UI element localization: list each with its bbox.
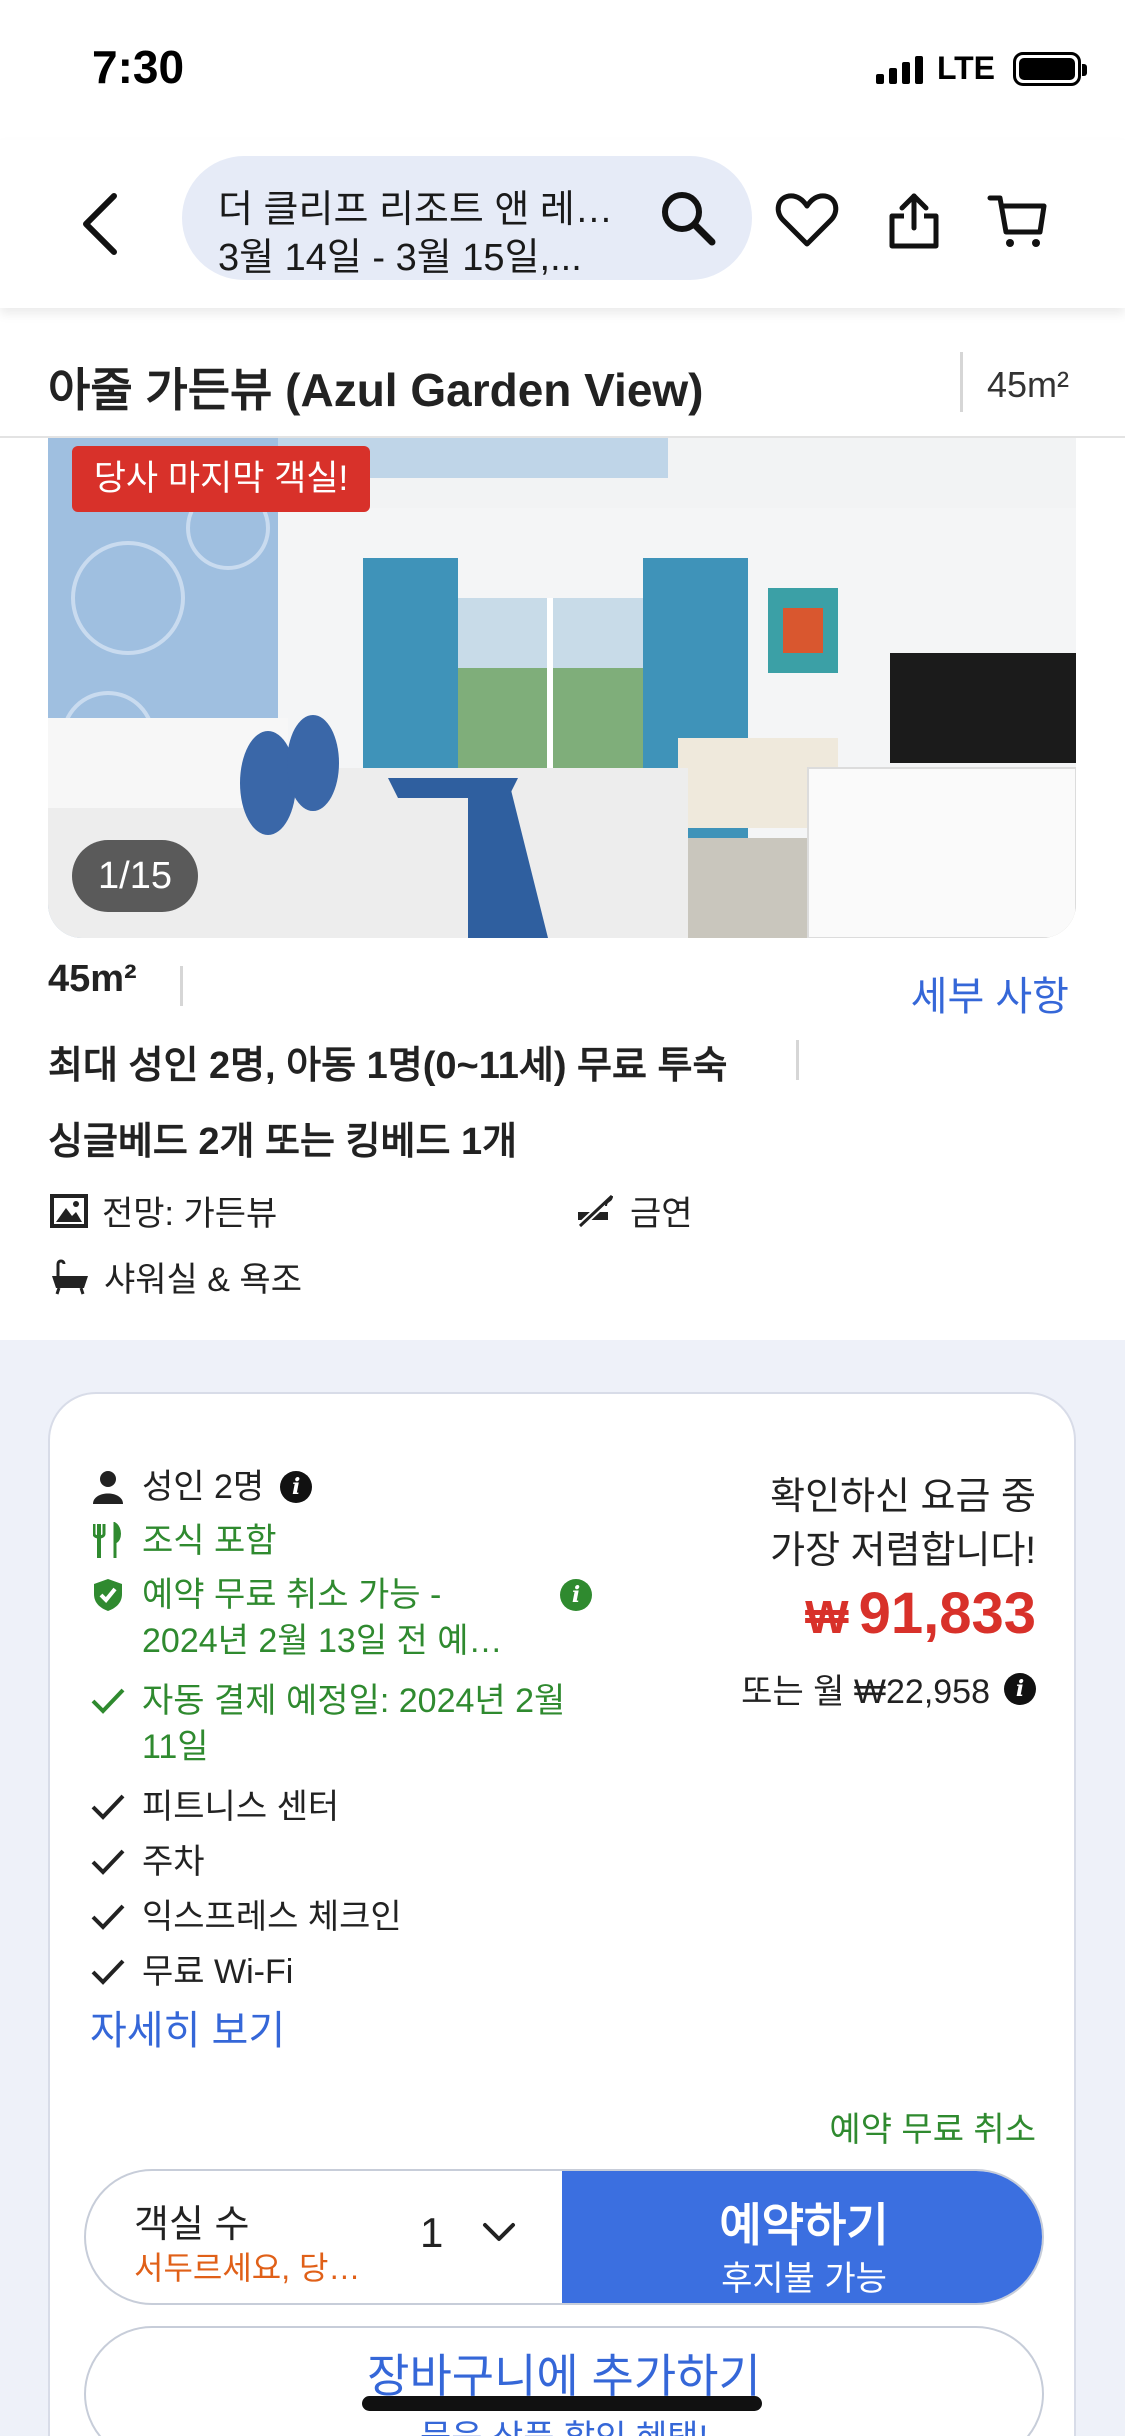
room-title: 아줄 가든뷰 (Azul Garden View) xyxy=(48,364,704,416)
cancellation-info-icon[interactable]: i xyxy=(560,1579,592,1611)
photo-counter: 1/15 xyxy=(72,840,198,912)
fork-knife-icon xyxy=(90,1518,126,1564)
rate-card: 성인 2명 i 조식 포함 예약 무료 취소 가능 - 2024년 2월 13일… xyxy=(48,1392,1076,2436)
chevron-left-icon xyxy=(83,193,117,255)
heart-icon[interactable] xyxy=(775,188,839,252)
autopay-line1: 자동 결제 예정일: 2024년 2월 xyxy=(142,1682,566,1720)
breakfast-feature: 조식 포함 xyxy=(90,1518,277,1564)
cancellation-line2: 2024년 2월 13일 전 예… xyxy=(142,1622,503,1660)
share-icon[interactable] xyxy=(882,188,946,252)
room-header-size: 45m² xyxy=(987,364,1070,405)
view-label: 전망: 가든뷰 xyxy=(102,1195,278,1233)
status-time: 7:30 xyxy=(92,41,185,93)
amenity-item: 피트니스 센터 xyxy=(90,1784,339,1830)
monthly-price: 또는 월 ₩22,958 i xyxy=(741,1664,1036,1713)
amenity-item: 무료 Wi-Fi xyxy=(90,1949,293,1995)
divider xyxy=(796,1040,799,1080)
status-indicators: LTE xyxy=(875,50,1087,87)
amenity-label: 무료 Wi-Fi xyxy=(142,1953,294,1991)
bath-amenity: 샤워실 & 욕조 xyxy=(50,1252,302,1301)
book-button-label: 예약하기 xyxy=(719,2199,889,2251)
add-to-cart-sublabel: 묶음 상품 할인 혜택! xyxy=(86,2410,1042,2436)
occupancy-info: 최대 성인 2명, 아동 1명(0~11세) 무료 투숙 xyxy=(48,1045,728,1087)
see-more-link[interactable]: 자세히 보기 xyxy=(90,1998,285,2056)
amenity-item: 주차 xyxy=(90,1839,205,1885)
network-type: LTE xyxy=(936,50,995,86)
view-amenity: 전망: 가든뷰 xyxy=(50,1186,277,1235)
person-icon xyxy=(90,1464,126,1510)
cancellation-text: 예약 무료 취소 가능 - 2024년 2월 13일 전 예… xyxy=(142,1572,522,1664)
bath-label: 샤워실 & 욕조 xyxy=(104,1261,302,1299)
details-link[interactable]: 세부 사항 xyxy=(911,964,1069,1022)
rooms-quantity: 1 xyxy=(420,2209,444,2256)
info-icon[interactable]: i xyxy=(280,1471,313,1503)
guests-feature: 성인 2명 i xyxy=(90,1464,313,1510)
price-value: 91,833 xyxy=(858,1581,1036,1646)
room-photo-illustration xyxy=(48,438,1076,938)
bathtub-icon xyxy=(52,1259,88,1294)
free-cancel-label: 예약 무료 취소 xyxy=(829,2111,1036,2149)
cart-icon[interactable] xyxy=(986,188,1050,252)
signal-icon xyxy=(875,54,923,84)
check-icon xyxy=(90,1894,126,1940)
best-rate-line2: 가장 저렴합니다! xyxy=(770,1530,1036,1572)
amenity-label: 피트니스 센터 xyxy=(142,1788,340,1826)
top-navigation: 더 클리프 리조트 앤 레… 3월 14일 - 3월 15일,... xyxy=(0,140,1125,308)
currency-symbol: ₩ xyxy=(805,1591,849,1643)
amenity-item: 익스프레스 체크인 xyxy=(90,1894,402,1940)
smoking-amenity: 금연 xyxy=(576,1186,693,1235)
chevron-down-icon xyxy=(483,2223,515,2241)
room-photo[interactable] xyxy=(48,438,1076,938)
divider xyxy=(180,966,183,1006)
smoking-label: 금연 xyxy=(630,1195,693,1233)
divider xyxy=(960,352,963,412)
cancellation-line1: 예약 무료 취소 가능 - xyxy=(142,1576,442,1614)
book-button-sublabel: 후지불 가능 xyxy=(721,2260,887,2298)
rooms-label: 객실 수 xyxy=(134,2204,250,2246)
status-bar: 7:30 LTE xyxy=(0,0,1125,140)
search-dates: 3월 14일 - 3월 15일,... xyxy=(218,237,582,279)
rooms-hurry-note: 서두르세요, 당… xyxy=(134,2250,361,2286)
booking-bar: 객실 수 서두르세요, 당… 1 예약하기 후지불 가능 xyxy=(84,2169,1044,2305)
autopay-text: 자동 결제 예정일: 2024년 2월 11일 xyxy=(142,1678,602,1770)
no-smoking-icon xyxy=(577,1192,615,1229)
home-indicator xyxy=(362,2396,762,2411)
check-icon xyxy=(90,1839,126,1885)
search-summary-pill[interactable]: 더 클리프 리조트 앤 레… 3월 14일 - 3월 15일,... xyxy=(182,156,752,280)
check-icon xyxy=(90,1949,126,1995)
landscape-icon xyxy=(50,1193,88,1228)
add-to-cart-button[interactable]: 장바구니에 추가하기 묶음 상품 할인 혜택! xyxy=(84,2326,1044,2436)
search-hotel-name: 더 클리프 리조트 앤 레… xyxy=(218,189,613,231)
book-button[interactable]: 예약하기 후지불 가능 xyxy=(562,2171,1042,2303)
monthly-info-icon[interactable]: i xyxy=(1004,1672,1036,1705)
amenity-label: 주차 xyxy=(142,1843,205,1881)
breakfast-label: 조식 포함 xyxy=(142,1522,277,1560)
battery-icon xyxy=(1013,51,1087,86)
check-icon xyxy=(90,1784,126,1830)
search-icon[interactable] xyxy=(658,188,718,248)
guests-label: 성인 2명 xyxy=(142,1468,265,1506)
monthly-price-label: 또는 월 ₩22,958 xyxy=(741,1673,990,1711)
best-rate-line1: 확인하신 요금 중 xyxy=(770,1476,1036,1518)
shield-check-icon xyxy=(90,1572,126,1618)
last-room-badge: 당사 마지막 객실! xyxy=(72,446,370,512)
check-icon xyxy=(90,1678,126,1724)
best-rate-note: 확인하신 요금 중 가장 저렴합니다! xyxy=(696,1470,1036,1578)
autopay-feature: 자동 결제 예정일: 2024년 2월 11일 xyxy=(90,1678,602,1770)
cancellation-feature: 예약 무료 취소 가능 - 2024년 2월 13일 전 예… i xyxy=(90,1572,592,1664)
autopay-line2: 11일 xyxy=(142,1728,209,1766)
price: ₩91,833 xyxy=(805,1580,1036,1647)
amenity-label: 익스프레스 체크인 xyxy=(142,1898,402,1936)
bed-info: 싱글베드 2개 또는 킹베드 1개 xyxy=(48,1121,518,1163)
room-header: 아줄 가든뷰 (Azul Garden View) 45m² xyxy=(0,330,1125,438)
back-button[interactable] xyxy=(70,188,130,260)
room-size: 45m² xyxy=(48,958,137,1000)
